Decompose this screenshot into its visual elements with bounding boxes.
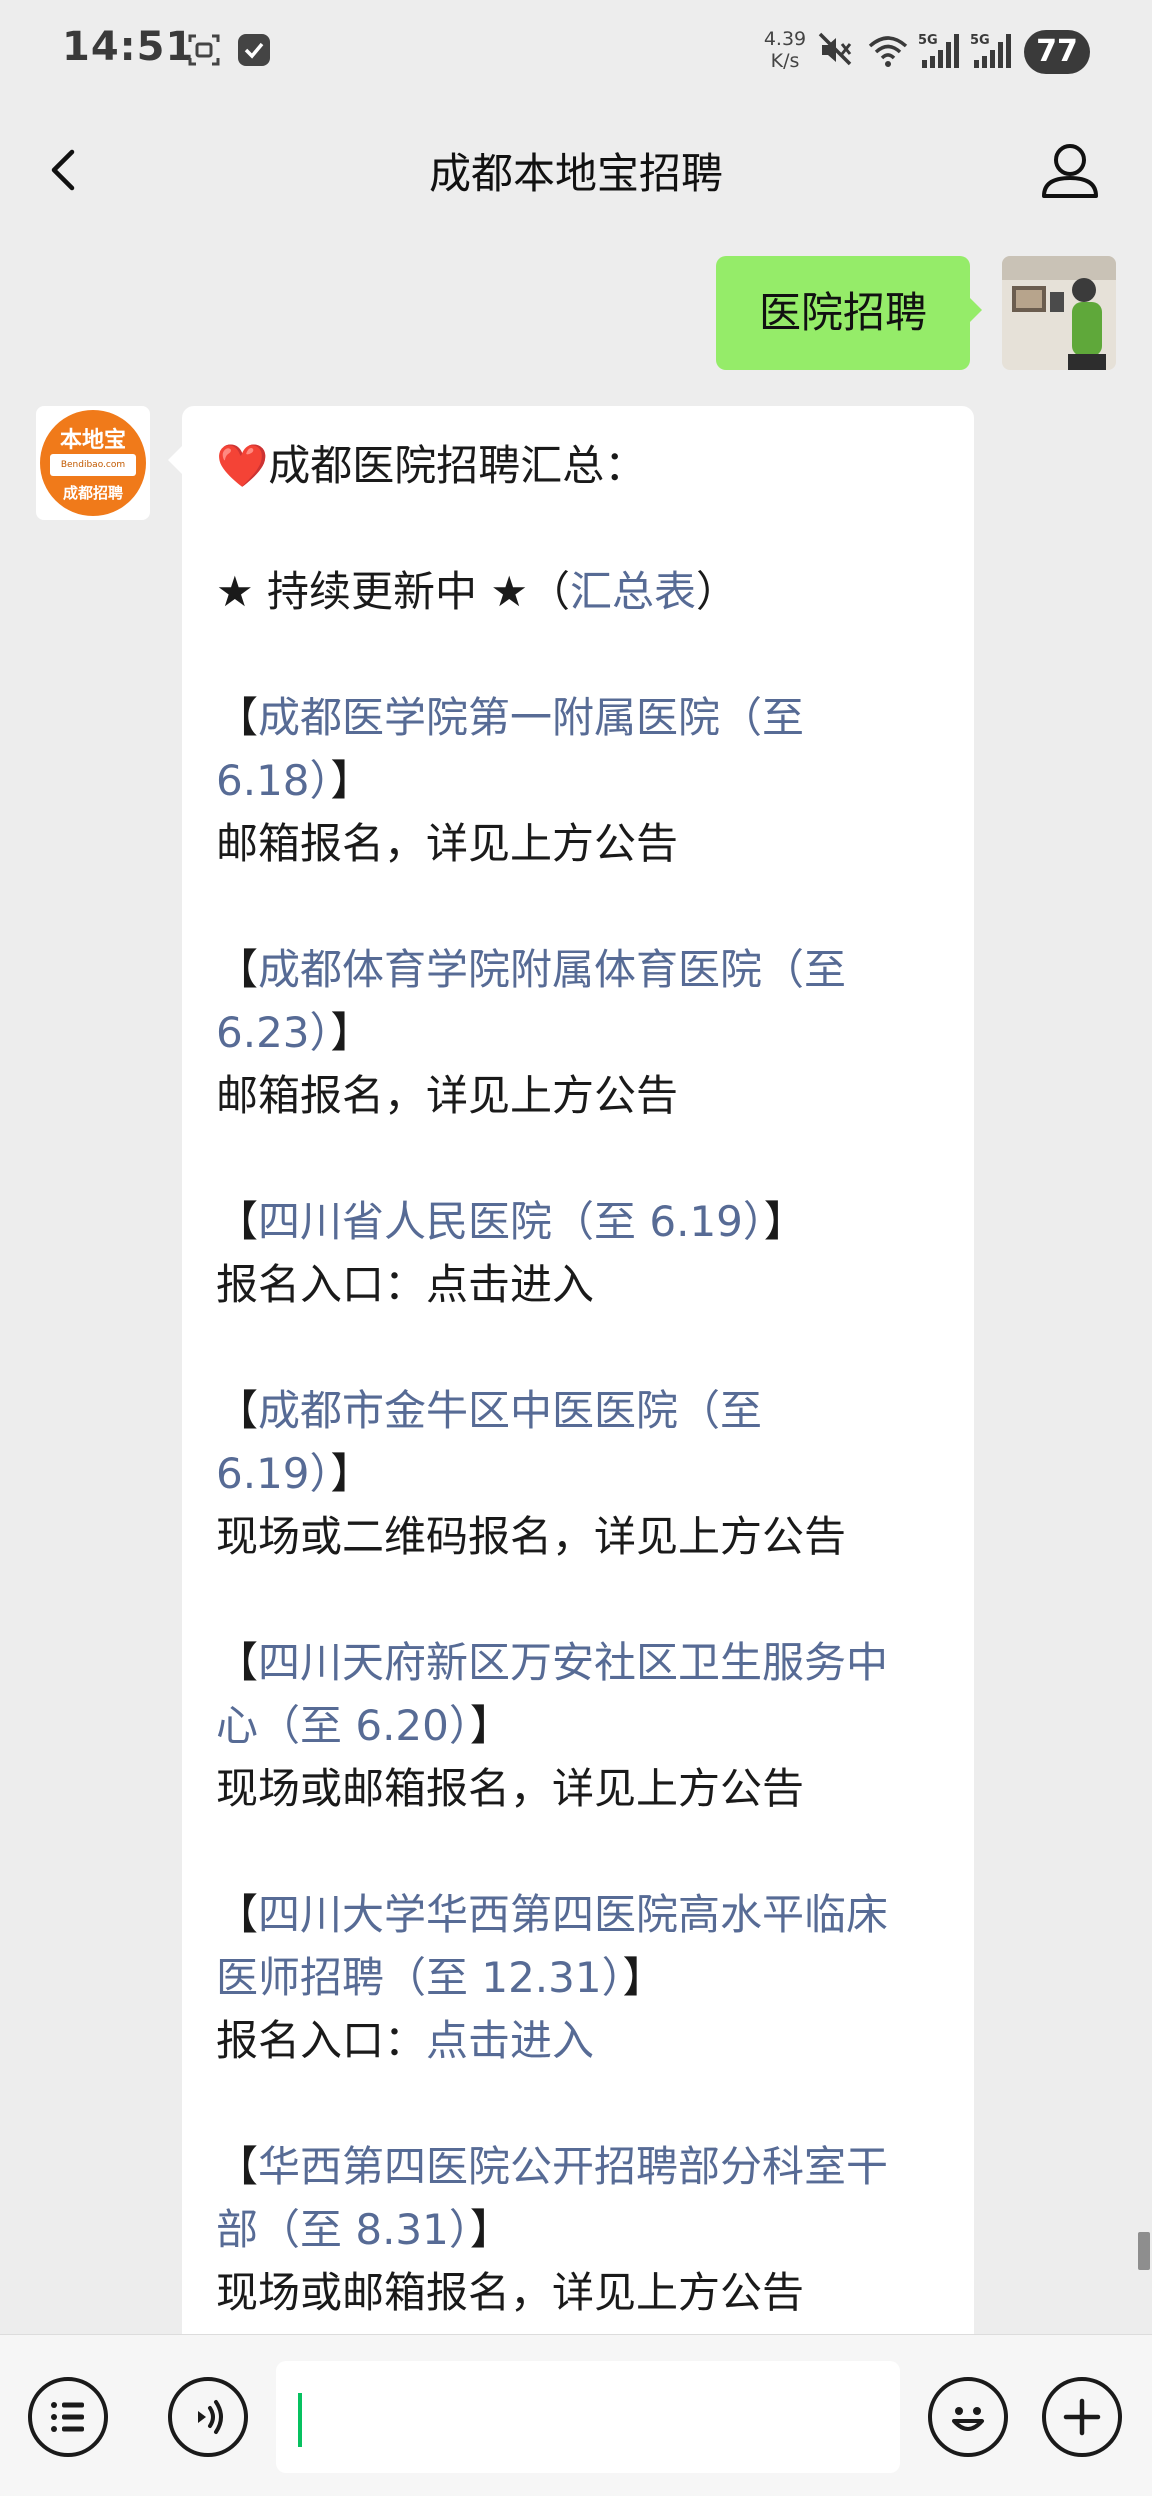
logo-url: Bendibao.com (50, 454, 136, 476)
mute-icon (818, 32, 852, 66)
job-item-detail: 邮箱报名，详见上方公告 (216, 819, 679, 868)
job-link[interactable]: 6.19） (216, 1449, 331, 1498)
job-item-title: 【四川大学华西第四医院高水平临床 (216, 1883, 956, 1946)
job-link[interactable]: 成都市金牛区中医医院（至 (258, 1386, 762, 1435)
job-link[interactable]: 心（至 6.20） (216, 1701, 470, 1750)
official-account-avatar[interactable]: 本地宝 Bendibao.com 成都招聘 (36, 406, 150, 520)
job-link[interactable]: 成都体育学院附属体育医院（至 (258, 945, 846, 994)
heart-icon: ❤️ (216, 441, 269, 490)
job-item-title-cont: 6.23）】 (216, 1001, 956, 1064)
scrollbar-thumb[interactable] (1138, 2232, 1150, 2270)
reply-message-body: ❤️成都医院招聘汇总： ★ 持续更新中 ★（汇总表） 【成都医学院第一附属医院（… (216, 434, 956, 2324)
nav-bar: 成都本地宝招聘 (0, 110, 1152, 230)
job-item-detail: 报名入口：点击进入 (216, 1260, 595, 1309)
logo-text-bottom: 成都招聘 (62, 484, 123, 502)
job-link[interactable]: 四川天府新区万安社区卫生服务中 (258, 1638, 888, 1687)
job-item-detail: 邮箱报名，详见上方公告 (216, 1071, 679, 1120)
svg-text:5G: 5G (970, 33, 990, 48)
job-item-detail: 报名入口：点击进入 (216, 2009, 956, 2072)
network-speed: 4.39 K/s (760, 28, 810, 72)
job-link[interactable]: 部（至 8.31） (216, 2205, 470, 2254)
job-item-title: 【华西第四医院公开招聘部分科室干 (216, 2135, 956, 2198)
screenshot-icon (188, 34, 220, 66)
user-avatar[interactable] (1002, 256, 1116, 370)
bracket-close: 】 (763, 1197, 806, 1246)
signal-5g-icon: 5G (918, 33, 959, 68)
bracket-open: 【 (216, 2142, 259, 2191)
job-item-detail: 现场或邮箱报名，详见上方公告 (216, 2268, 805, 2317)
bendibao-logo: 本地宝 Bendibao.com 成都招聘 (40, 410, 146, 516)
job-item-title: 【成都医学院第一附属医院（至 (216, 686, 956, 749)
reply-title: 成都医院招聘汇总： (268, 441, 647, 490)
job-item-title: 【成都体育学院附属体育医院（至 (216, 938, 956, 1001)
bracket-open: 【 (216, 1386, 259, 1435)
input-bar (0, 2334, 1152, 2496)
reply-title-line: ❤️成都医院招聘汇总： (216, 434, 956, 497)
chat-screen: 14:51 4.39 K/s 5G 5G 77 成都本地宝招聘 医院招聘 本地宝… (0, 0, 1152, 2496)
bracket-open: 【 (216, 1197, 259, 1246)
battery-indicator: 77 (1024, 30, 1090, 74)
plus-icon[interactable] (1042, 2377, 1122, 2457)
job-item-title-cont: 6.18）】 (216, 749, 956, 812)
person-icon[interactable] (1030, 130, 1110, 210)
signup-link[interactable]: 点击进入 (426, 2016, 594, 2065)
text-cursor (298, 2393, 302, 2447)
bracket-close: 】 (469, 1701, 512, 1750)
job-link[interactable]: 医师招聘（至 12.31） (216, 1953, 623, 2002)
bracket-close: 】 (330, 1449, 373, 1498)
bracket-open: 【 (216, 693, 259, 742)
job-link[interactable]: 华西第四医院公开招聘部分科室干 (258, 2142, 888, 2191)
job-item-title: 【四川省人民医院（至 6.19）】 (216, 1190, 956, 1253)
job-item-title: 【四川天府新区万安社区卫生服务中 (216, 1631, 956, 1694)
network-speed-value: 4.39 (763, 28, 807, 50)
job-item-detail: 现场或二维码报名，详见上方公告 (216, 1512, 847, 1561)
logo-text-top: 本地宝 (59, 428, 126, 453)
job-item-title-cont: 6.19）】 (216, 1442, 956, 1505)
emoji-icon[interactable] (928, 2377, 1008, 2457)
job-link[interactable]: 成都医学院第一附属医院（至 (258, 693, 804, 742)
wifi-icon (868, 36, 908, 67)
page-title: 成都本地宝招聘 (428, 149, 723, 198)
job-link[interactable]: 四川大学华西第四医院高水平临床 (258, 1890, 888, 1939)
status-bar: 14:51 4.39 K/s 5G 5G 77 (0, 0, 1152, 110)
updating-line: ★ 持续更新中 ★（汇总表） (216, 560, 956, 623)
job-item-title-cont: 心（至 6.20）】 (216, 1694, 956, 1757)
bracket-close: 】 (469, 2205, 512, 2254)
list-menu-icon[interactable] (28, 2377, 108, 2457)
received-bubble-tail (168, 446, 182, 474)
job-item-title-cont: 医师招聘（至 12.31）】 (216, 1946, 956, 2009)
bracket-open: 【 (216, 1890, 259, 1939)
job-link[interactable]: 四川省人民医院（至 6.19） (258, 1197, 764, 1246)
status-time: 14:51 (62, 24, 195, 70)
sent-message-bubble[interactable]: 医院招聘 (716, 256, 970, 370)
signal-5g-icon: 5G (970, 33, 1011, 68)
message-input[interactable] (276, 2361, 900, 2473)
bracket-close: 】 (330, 1008, 373, 1057)
job-link[interactable]: 6.23） (216, 1008, 331, 1057)
sent-bubble-tail (968, 296, 982, 324)
detail-prefix: 报名入口： (216, 2016, 427, 2065)
voice-icon[interactable] (168, 2377, 248, 2457)
bracket-open: 【 (216, 1638, 259, 1687)
updating-prefix: ★ 持续更新中 ★（ (216, 567, 571, 616)
bracket-close: 】 (330, 756, 373, 805)
job-item-detail: 现场或邮箱报名，详见上方公告 (216, 1764, 805, 1813)
bracket-open: 【 (216, 945, 259, 994)
job-item-title: 【成都市金牛区中医医院（至 (216, 1379, 956, 1442)
summary-table-link[interactable]: 汇总表 (570, 567, 696, 616)
svg-text:5G: 5G (918, 33, 938, 48)
job-link[interactable]: 6.18） (216, 756, 331, 805)
job-item-title-cont: 部（至 8.31）】 (216, 2198, 956, 2261)
bracket-close: 】 (622, 1953, 665, 2002)
checkbox-icon (238, 34, 270, 66)
network-speed-unit: K/s (770, 50, 800, 72)
updating-suffix: ） (696, 567, 739, 616)
